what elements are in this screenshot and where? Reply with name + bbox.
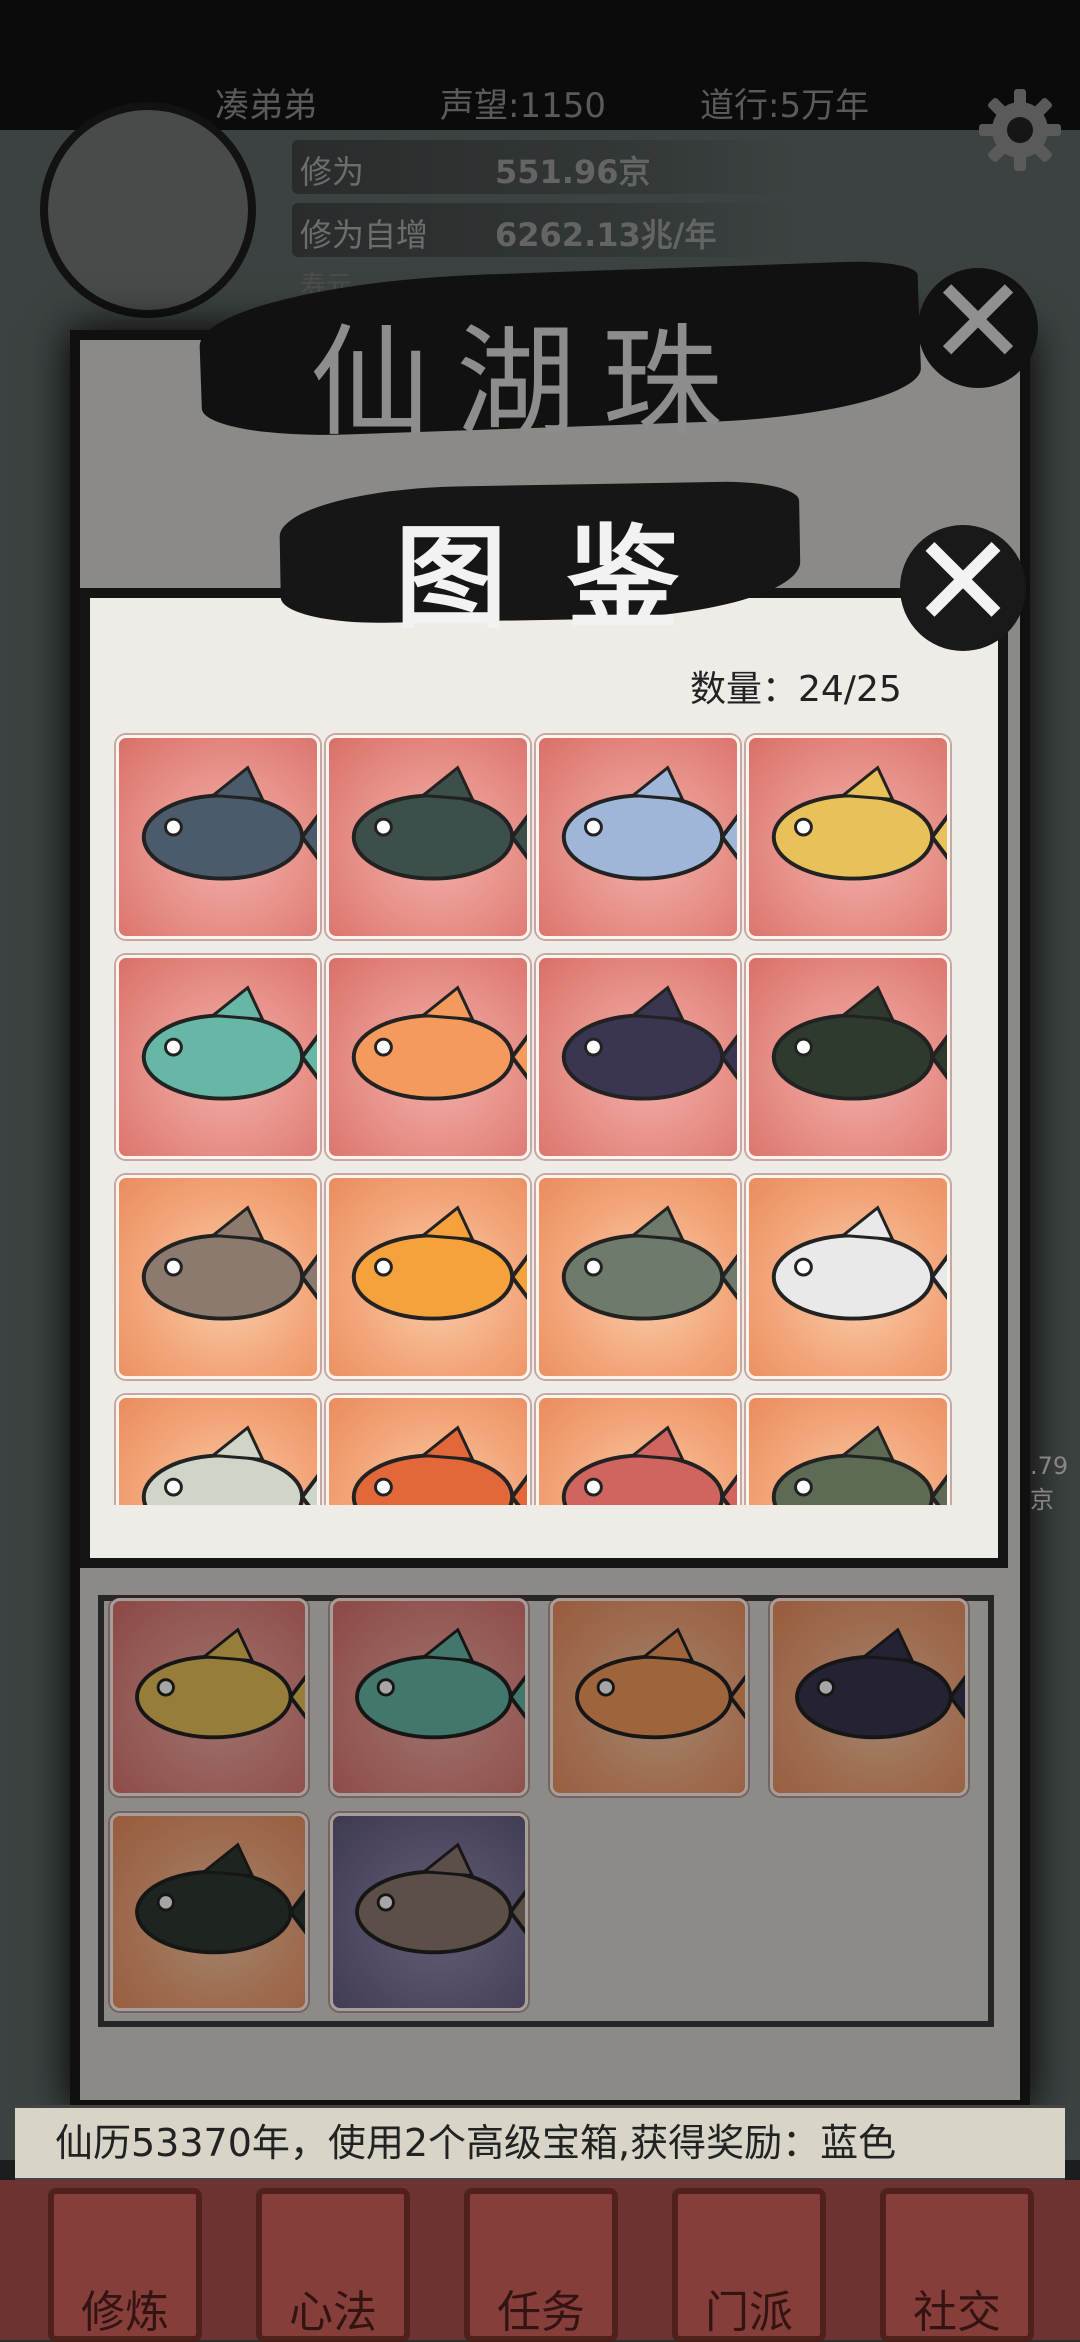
golden-dragon-fish-icon [771, 765, 947, 881]
anglerfish-icon [771, 985, 947, 1101]
nav-label: 社交 [913, 2287, 1001, 2338]
crown-fish-icon [141, 1425, 317, 1505]
fish-card[interactable] [746, 735, 950, 939]
fish-card[interactable] [326, 1395, 530, 1505]
fish-card[interactable] [536, 955, 740, 1159]
fish-card[interactable] [116, 1175, 320, 1379]
fish-card[interactable] [116, 1395, 320, 1505]
event-log-text: 仙历53370年，使用2个高级宝箱,获得奖励：蓝色 [55, 2121, 897, 2165]
gar-icon [771, 1425, 947, 1505]
nav-tasks[interactable]: 任务 [464, 2188, 618, 2342]
fish-card[interactable] [326, 1175, 530, 1379]
fish-card[interactable] [536, 735, 740, 939]
fish-card[interactable] [326, 735, 530, 939]
fish-card[interactable] [746, 1395, 950, 1505]
fish-card[interactable] [116, 735, 320, 939]
nav-label: 门派 [705, 2287, 793, 2338]
nav-label: 心法 [289, 2287, 377, 2338]
nav-technique[interactable]: 心法 [256, 2188, 410, 2342]
fish-card[interactable] [536, 1175, 740, 1379]
fish-card[interactable] [746, 1175, 950, 1379]
tiger-shark-icon [141, 1205, 317, 1321]
fish-card[interactable] [746, 955, 950, 1159]
nav-label: 修炼 [81, 2287, 169, 2338]
nav-cultivate[interactable]: 修炼 [48, 2188, 202, 2342]
nav-label: 任务 [497, 2287, 585, 2338]
white-fish-icon [771, 1205, 947, 1321]
whale-shark-icon [141, 765, 317, 881]
paddlefish-icon [561, 1205, 737, 1321]
codex-count: 数量：24/25 [690, 669, 902, 710]
fish-card[interactable] [536, 1395, 740, 1505]
golden-carp-icon [351, 1205, 527, 1321]
fish-card[interactable] [326, 955, 530, 1159]
codex-title: 图鉴 [395, 513, 739, 644]
rainbow-dragon-fish-icon [141, 985, 317, 1101]
phoenix-goldfish-icon [351, 985, 527, 1101]
lionfish-icon [351, 1425, 527, 1505]
nav-sect[interactable]: 门派 [672, 2188, 826, 2342]
blue-fish-icon [561, 765, 737, 881]
fish-card[interactable] [116, 955, 320, 1159]
nav-social[interactable]: 社交 [880, 2188, 1034, 2342]
codex-fish-grid[interactable] [112, 730, 958, 1505]
dark-fang-fish-icon [561, 985, 737, 1101]
sea-dragon-icon [351, 765, 527, 881]
red-shark-icon [561, 1425, 737, 1505]
close-icon[interactable]: ✕ [900, 519, 1026, 651]
